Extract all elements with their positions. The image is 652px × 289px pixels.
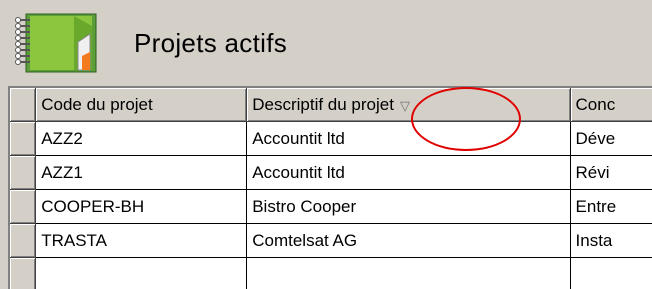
row-selector[interactable] [10,189,37,224]
table-row[interactable]: AZZ1 Accountit ltd Révi [10,155,652,190]
cell-description[interactable]: Bistro Cooper [246,189,571,224]
header-row: Code du projet Descriptif du projet ▽ Con… [10,88,652,122]
column-header-description[interactable]: Descriptif du projet ▽ [246,88,571,122]
cell-empty[interactable] [35,257,248,289]
projects-window: Projets actifs Code du projet Descriptif… [0,0,652,289]
page-title: Projets actifs [134,28,288,58]
cell-third[interactable]: Déve [570,121,652,156]
cell-code[interactable]: AZZ1 [35,155,248,190]
sort-descending-icon[interactable]: ▽ [400,98,410,113]
cell-code[interactable]: COOPER-BH [35,189,248,224]
row-selector[interactable] [10,155,37,190]
row-selector[interactable] [10,121,37,156]
cell-description[interactable]: Accountit ltd [246,121,571,156]
cell-empty[interactable] [246,257,571,289]
highlight-annotation-ellipse [411,87,521,151]
column-header-code[interactable]: Code du projet [35,88,248,122]
table-row[interactable]: AZZ2 Accountit ltd Déve [10,121,652,156]
row-selector[interactable] [10,257,37,289]
projects-table: Code du projet Descriptif du projet ▽ Con… [10,88,652,289]
column-header-third[interactable]: Conc [570,88,652,122]
table-row[interactable] [10,257,652,289]
header-bar: Projets actifs [0,0,652,80]
row-selector[interactable] [10,223,37,258]
cell-third[interactable]: Insta [570,223,652,258]
row-selector-header[interactable] [10,88,37,122]
notebook-icon [12,12,102,74]
cell-description[interactable]: Accountit ltd [246,155,571,190]
cell-third[interactable]: Révi [570,155,652,190]
cell-third[interactable]: Entre [570,189,652,224]
table-row[interactable]: COOPER-BH Bistro Cooper Entre [10,189,652,224]
table-row[interactable]: TRASTA Comtelsat AG Insta [10,223,652,258]
cell-code[interactable]: TRASTA [35,223,248,258]
cell-code[interactable]: AZZ2 [35,121,248,156]
cell-empty[interactable] [570,257,652,289]
projects-grid[interactable]: Code du projet Descriptif du projet ▽ Con… [8,86,652,289]
cell-description[interactable]: Comtelsat AG [246,223,571,258]
